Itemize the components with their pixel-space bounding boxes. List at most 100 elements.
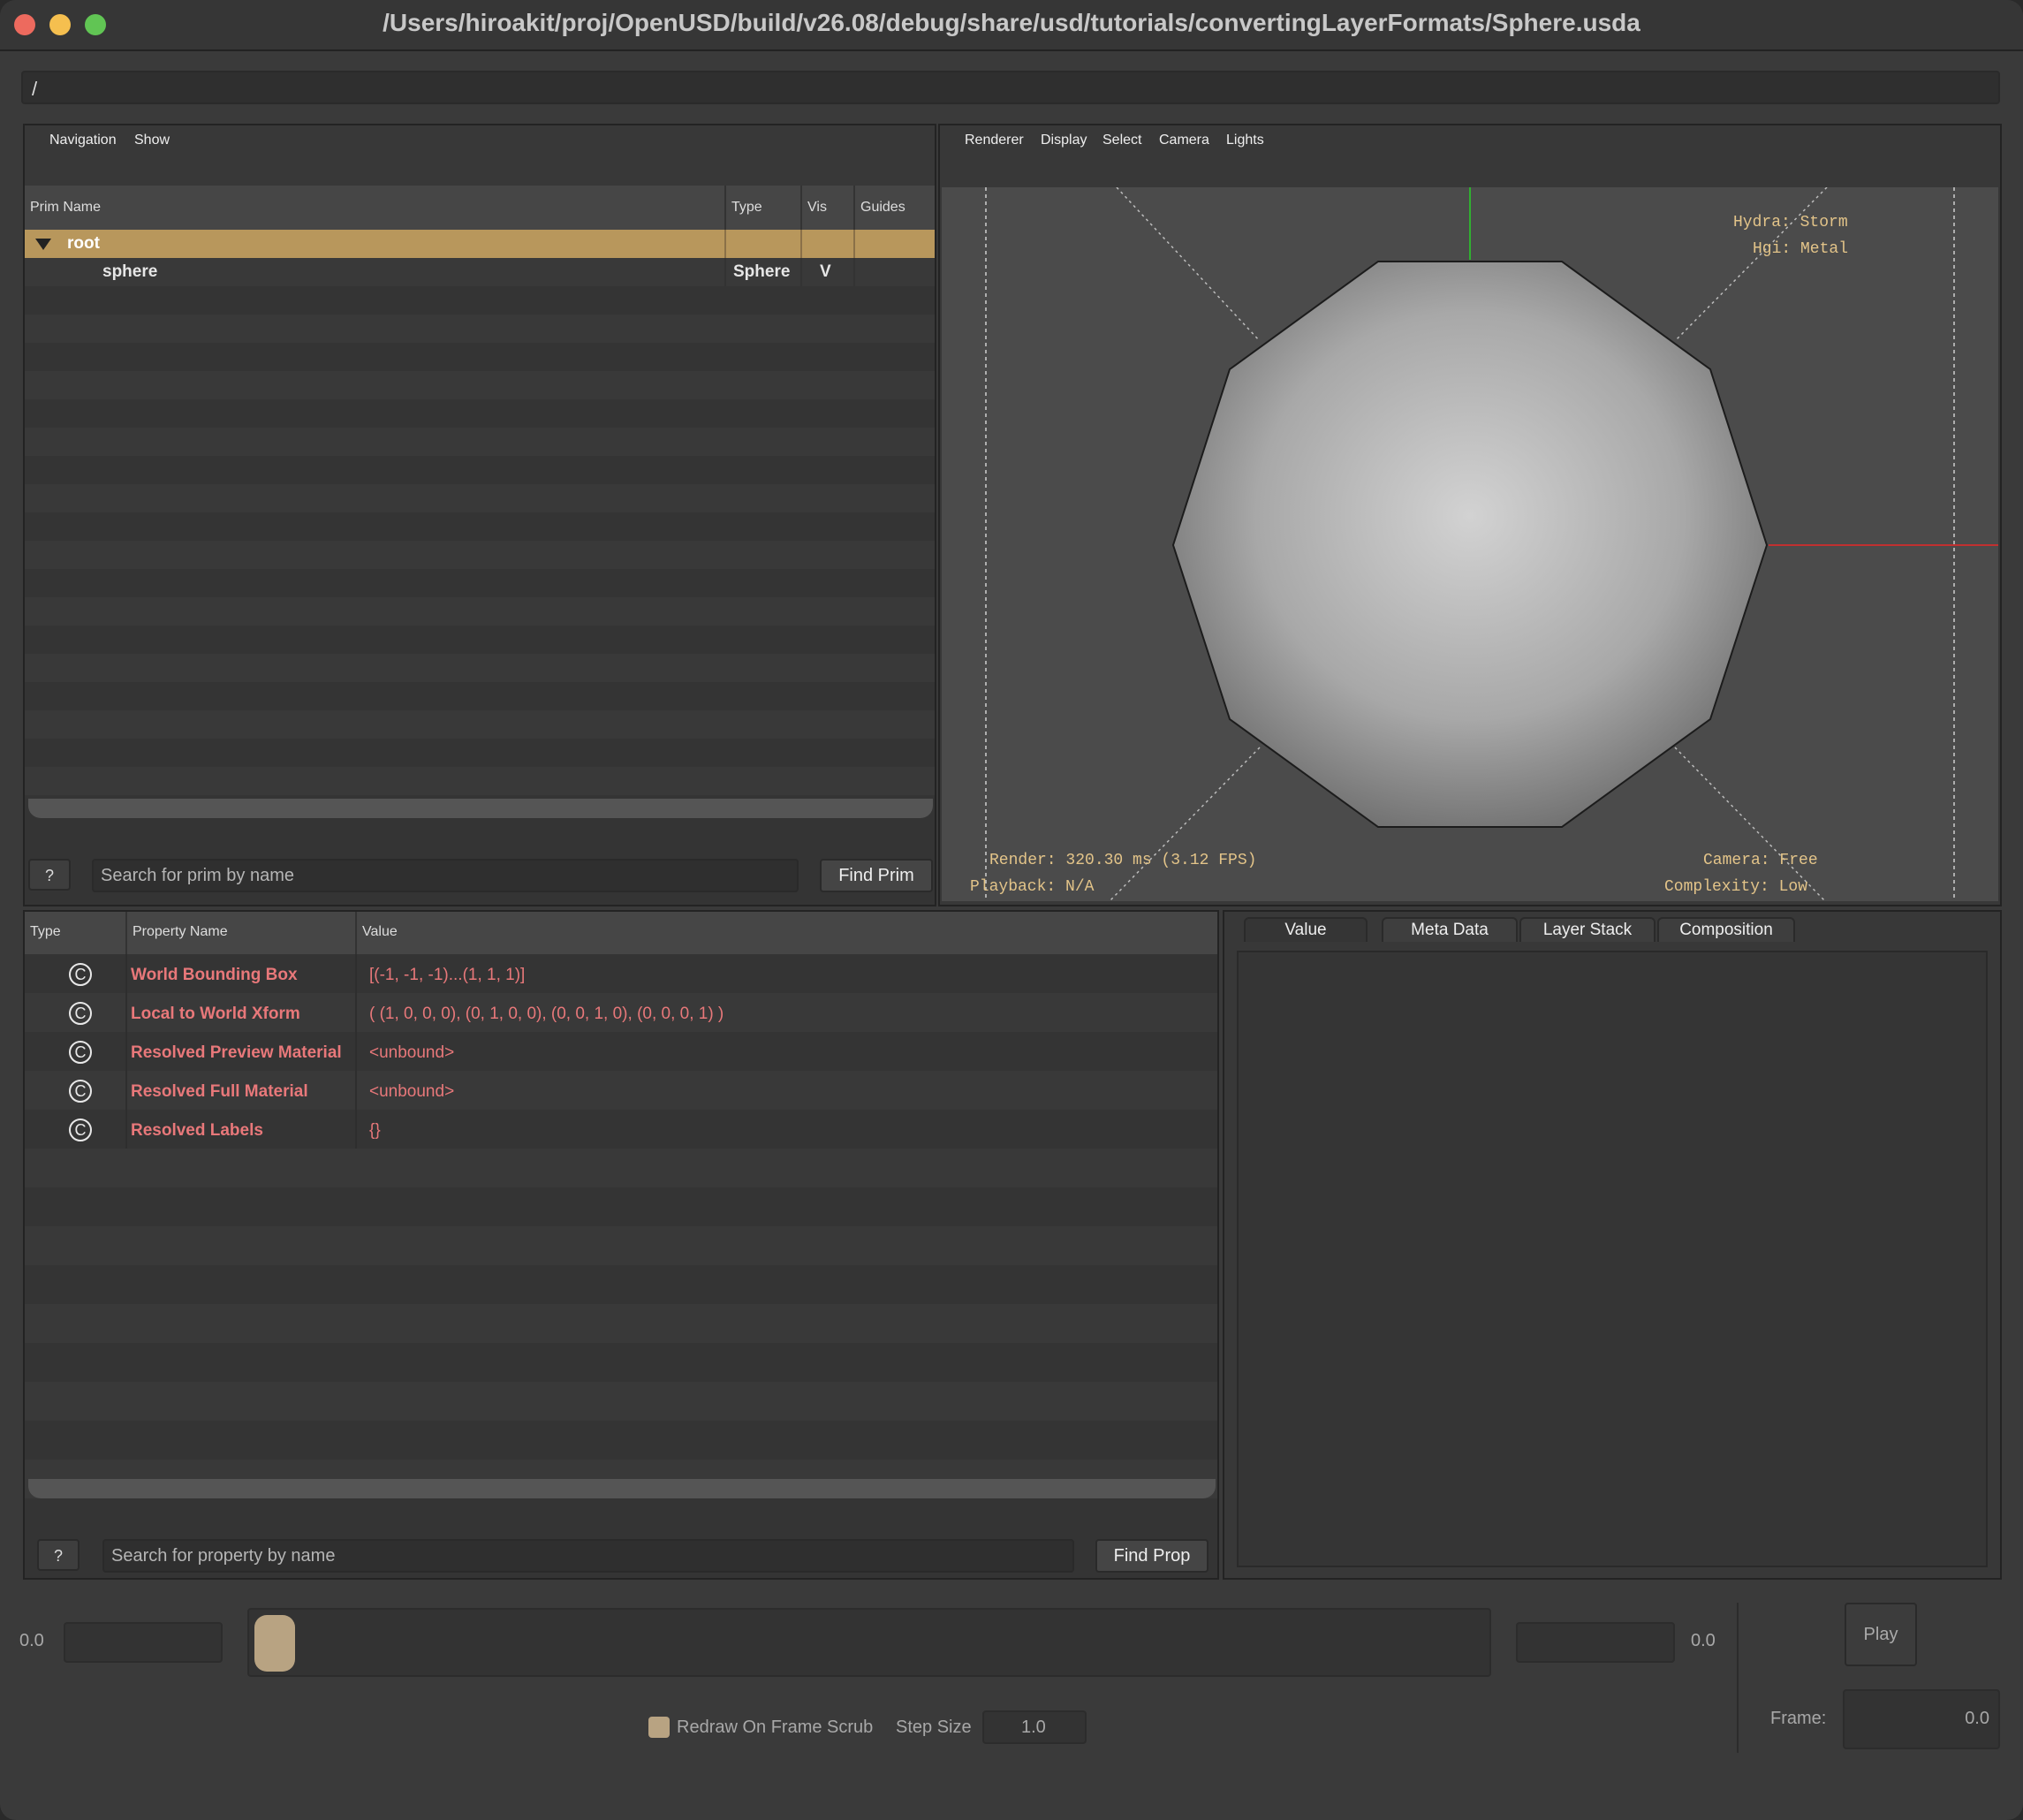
computed-property-icon: C	[69, 1002, 92, 1025]
col-prop-name[interactable]: Property Name	[133, 924, 228, 940]
range-end-field[interactable]	[1516, 1622, 1675, 1663]
prim-tree-horizontal-scrollbar[interactable]	[28, 799, 933, 818]
property-value: [(-1, -1, -1)...(1, 1, 1)]	[369, 966, 526, 984]
play-button[interactable]: Play	[1845, 1603, 1917, 1666]
prim-browser-panel: Navigation Show Prim Name Type Vis Guide…	[23, 124, 936, 906]
menu-show[interactable]: Show	[134, 133, 170, 148]
property-value: ( (1, 0, 0, 0), (0, 1, 0, 0), (0, 0, 1, …	[369, 1005, 724, 1023]
property-value: <unbound>	[369, 1082, 455, 1101]
property-row-labels[interactable]: C Resolved Labels {}	[25, 1111, 1217, 1150]
row-stripe	[25, 1226, 1217, 1265]
prim-vis-toggle[interactable]: V	[820, 262, 831, 282]
prim-name: sphere	[102, 262, 158, 281]
usdview-window: /Users/hiroakit/proj/OpenUSD/build/v26.0…	[0, 0, 2023, 1820]
range-start-field[interactable]	[64, 1622, 223, 1663]
find-prim-button[interactable]: Find Prim	[820, 859, 933, 892]
property-value: <unbound>	[369, 1043, 455, 1062]
frame-field[interactable]: 0.0	[1843, 1689, 2000, 1749]
property-table-horizontal-scrollbar[interactable]	[28, 1479, 1216, 1498]
col-prim-name[interactable]: Prim Name	[30, 200, 101, 216]
inspector-panel: Value Meta Data Layer Stack Composition	[1223, 910, 2002, 1580]
hud-render-time: Render: 320.30 ms (3.12 FPS)	[989, 852, 1257, 869]
prim-search-help-button[interactable]: ?	[28, 859, 71, 891]
step-size-value: 1.0	[1021, 1718, 1046, 1737]
tab-composition[interactable]: Composition	[1657, 917, 1795, 942]
frustum-line	[1674, 187, 1828, 342]
property-name: Resolved Labels	[131, 1121, 263, 1140]
frustum-line	[1109, 747, 1261, 901]
computed-property-icon: C	[69, 1119, 92, 1141]
property-name: Resolved Full Material	[131, 1082, 308, 1101]
menu-camera[interactable]: Camera	[1159, 133, 1209, 148]
prim-name: root	[67, 234, 100, 253]
frame-value: 0.0	[1965, 1709, 1989, 1728]
row-stripe	[25, 343, 935, 371]
menu-navigation[interactable]: Navigation	[49, 133, 117, 148]
row-stripe	[25, 682, 935, 710]
property-row-local-to-world[interactable]: C Local to World Xform ( (1, 0, 0, 0), (…	[25, 995, 1217, 1034]
title-bar: /Users/hiroakit/proj/OpenUSD/build/v26.0…	[0, 0, 2023, 51]
row-stripe	[25, 1149, 1217, 1187]
menu-renderer[interactable]: Renderer	[965, 133, 1024, 148]
row-stripe	[25, 428, 935, 456]
frame-slider-track[interactable]	[247, 1608, 1491, 1677]
row-stripe	[25, 1382, 1217, 1421]
row-stripe	[25, 1187, 1217, 1226]
col-type[interactable]: Type	[731, 200, 762, 216]
row-stripe	[25, 710, 935, 739]
property-search-input[interactable]: Search for property by name	[102, 1539, 1074, 1573]
frame-label: Frame:	[1770, 1709, 1827, 1728]
redraw-checkbox[interactable]	[648, 1717, 670, 1738]
step-size-field[interactable]: 1.0	[982, 1710, 1087, 1744]
row-stripe	[25, 315, 935, 343]
computed-property-icon: C	[69, 1080, 92, 1103]
col-prop-type[interactable]: Type	[30, 924, 61, 940]
row-stripe	[25, 569, 935, 597]
window-title: /Users/hiroakit/proj/OpenUSD/build/v26.0…	[383, 9, 1640, 36]
row-stripe	[25, 456, 935, 484]
row-stripe	[25, 739, 935, 767]
viewport-scene	[985, 187, 1998, 901]
col-guides[interactable]: Guides	[860, 200, 905, 216]
timeline-divider	[1737, 1603, 1739, 1753]
row-stripe	[25, 654, 935, 682]
prim-tree-header: Prim Name Type Vis Guides	[25, 186, 935, 230]
row-stripe	[25, 1421, 1217, 1460]
property-row-preview-material[interactable]: C Resolved Preview Material <unbound>	[25, 1034, 1217, 1073]
tab-value[interactable]: Value	[1244, 917, 1368, 942]
tab-layer-stack[interactable]: Layer Stack	[1519, 917, 1656, 942]
menu-select[interactable]: Select	[1102, 133, 1141, 148]
hud-playback: Playback: N/A	[970, 878, 1095, 896]
property-value: {}	[369, 1121, 381, 1140]
find-property-button[interactable]: Find Prop	[1095, 1539, 1208, 1573]
prim-row-root[interactable]: root	[25, 230, 935, 258]
prim-row-sphere[interactable]: sphere Sphere V	[25, 258, 935, 286]
menu-display[interactable]: Display	[1041, 133, 1087, 148]
row-stripe	[25, 512, 935, 541]
tab-meta-data[interactable]: Meta Data	[1382, 917, 1518, 942]
prim-type: Sphere	[733, 262, 791, 281]
expand-triangle-icon[interactable]	[35, 239, 51, 250]
computed-property-icon: C	[69, 963, 92, 986]
row-stripe	[25, 1265, 1217, 1304]
property-name: World Bounding Box	[131, 966, 298, 984]
step-size-label: Step Size	[896, 1718, 972, 1737]
menu-lights[interactable]: Lights	[1226, 133, 1264, 148]
prim-path-field[interactable]: /	[21, 71, 2000, 104]
col-prop-value[interactable]: Value	[362, 924, 398, 940]
property-row-world-bbox[interactable]: C World Bounding Box [(-1, -1, -1)...(1,…	[25, 956, 1217, 995]
row-stripe	[25, 541, 935, 569]
row-stripe	[25, 597, 935, 626]
property-search-help-button[interactable]: ?	[37, 1539, 80, 1571]
row-stripe	[25, 399, 935, 428]
row-stripe	[25, 371, 935, 399]
hud-renderer-line1: Hydra: Storm	[1733, 214, 1848, 231]
inspector-content	[1237, 951, 1988, 1567]
frame-slider-handle[interactable]	[254, 1615, 295, 1672]
3d-viewport[interactable]: Hydra: Storm Hgi: Metal Render: 320.30 m…	[942, 187, 1998, 901]
col-vis[interactable]: Vis	[807, 200, 827, 216]
prim-search-input[interactable]: Search for prim by name	[92, 859, 799, 892]
range-start-label: 0.0	[19, 1631, 44, 1650]
hud-renderer-line2: Hgi: Metal	[1753, 240, 1849, 258]
property-row-full-material[interactable]: C Resolved Full Material <unbound>	[25, 1073, 1217, 1111]
